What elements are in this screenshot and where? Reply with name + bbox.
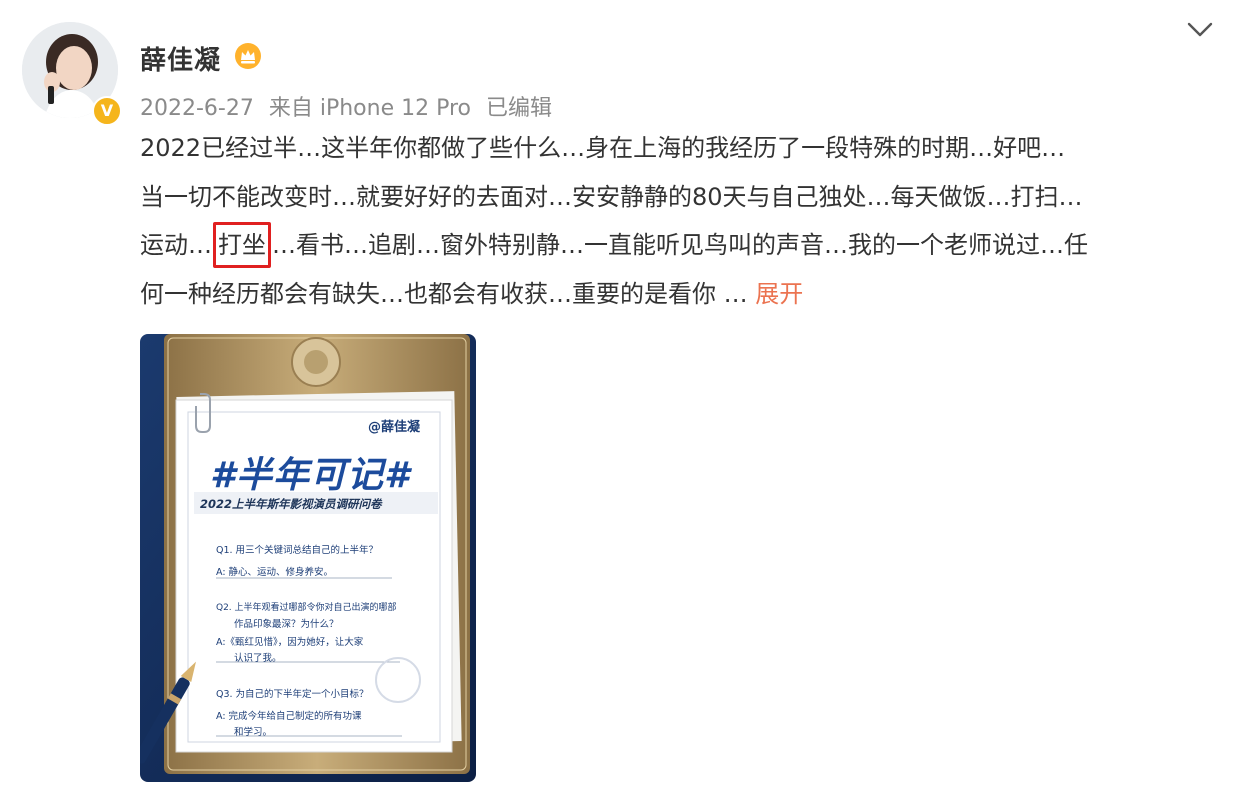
poster-question-3: Q3. 为自己的下半年定一个小目标？ — [216, 689, 369, 700]
post-text-line: 运动… 打坐 …看书…追剧…窗外特别静…一直能听见鸟叫的声音…我的一个老师说过…任 — [140, 221, 1220, 270]
poster-question-1: Q1. 用三个关键词总结自己的上半年？ — [216, 545, 379, 556]
text-segment: …看书…追剧…窗外特别静…一直能听见鸟叫的声音…我的一个老师说过…任 — [272, 231, 1088, 259]
post-text: 2022已经过半…这半年你都做了些什么…身在上海的我经历了一段特殊的时期…好吧…… — [140, 124, 1220, 318]
poster-title: #半年可记# — [210, 455, 411, 496]
verified-badge: V — [92, 96, 122, 126]
poster-answer-2-cont: 认识了我。 — [234, 653, 282, 664]
post-source: 来自 iPhone 12 Pro — [268, 96, 471, 121]
poster-answer-3: A: 完成今年给自己制定的所有功课 — [216, 711, 362, 722]
poster-subtitle: 2022上半年斯年影视演员调研问卷 — [200, 497, 382, 511]
poster-handle: @薛佳凝 — [368, 420, 421, 435]
poster-question-2: Q2. 上半年观看过哪部令你对自己出演的哪部 — [216, 603, 397, 613]
chevron-down-icon[interactable] — [1186, 20, 1214, 40]
text-segment: 运动… — [140, 231, 212, 259]
poster-question-2-cont: 作品印象最深？为什么？ — [234, 619, 339, 630]
highlight-box: 打坐 — [213, 222, 271, 268]
post-meta: 2022-6-27 来自 iPhone 12 Pro 已编辑 — [140, 90, 560, 122]
username[interactable]: 薛佳凝 — [140, 40, 221, 77]
edited-label[interactable]: 已编辑 — [486, 96, 552, 121]
poster-answer-2: A:《甄红见惜》，因为她好，让大家 — [216, 637, 364, 648]
expand-link[interactable]: 展开 — [755, 280, 803, 308]
poster-answer-1: A: 静心、运动、修身养安。 — [216, 567, 334, 578]
post-date[interactable]: 2022-6-27 — [140, 96, 254, 121]
crown-icon — [235, 43, 261, 69]
post-image[interactable]: @薛佳凝 #半年可记# 2022上半年斯年影视演员调研问卷 Q1. 用三个关键词… — [140, 334, 476, 782]
poster-answer-3-cont: 和学习。 — [234, 727, 273, 738]
post-text-line: 当一切不能改变时…就要好好的去面对…安安静静的80天与自己独处…每天做饭…打扫… — [140, 182, 1083, 211]
post-text-line: 2022已经过半…这半年你都做了些什么…身在上海的我经历了一段特殊的时期…好吧… — [140, 134, 1066, 162]
text-segment: 何一种经历都会有缺失…也都会有收获…重要的是看你 … — [140, 279, 756, 308]
post-text-line: 何一种经历都会有缺失…也都会有收获…重要的是看你 … 展开 — [140, 270, 1220, 319]
